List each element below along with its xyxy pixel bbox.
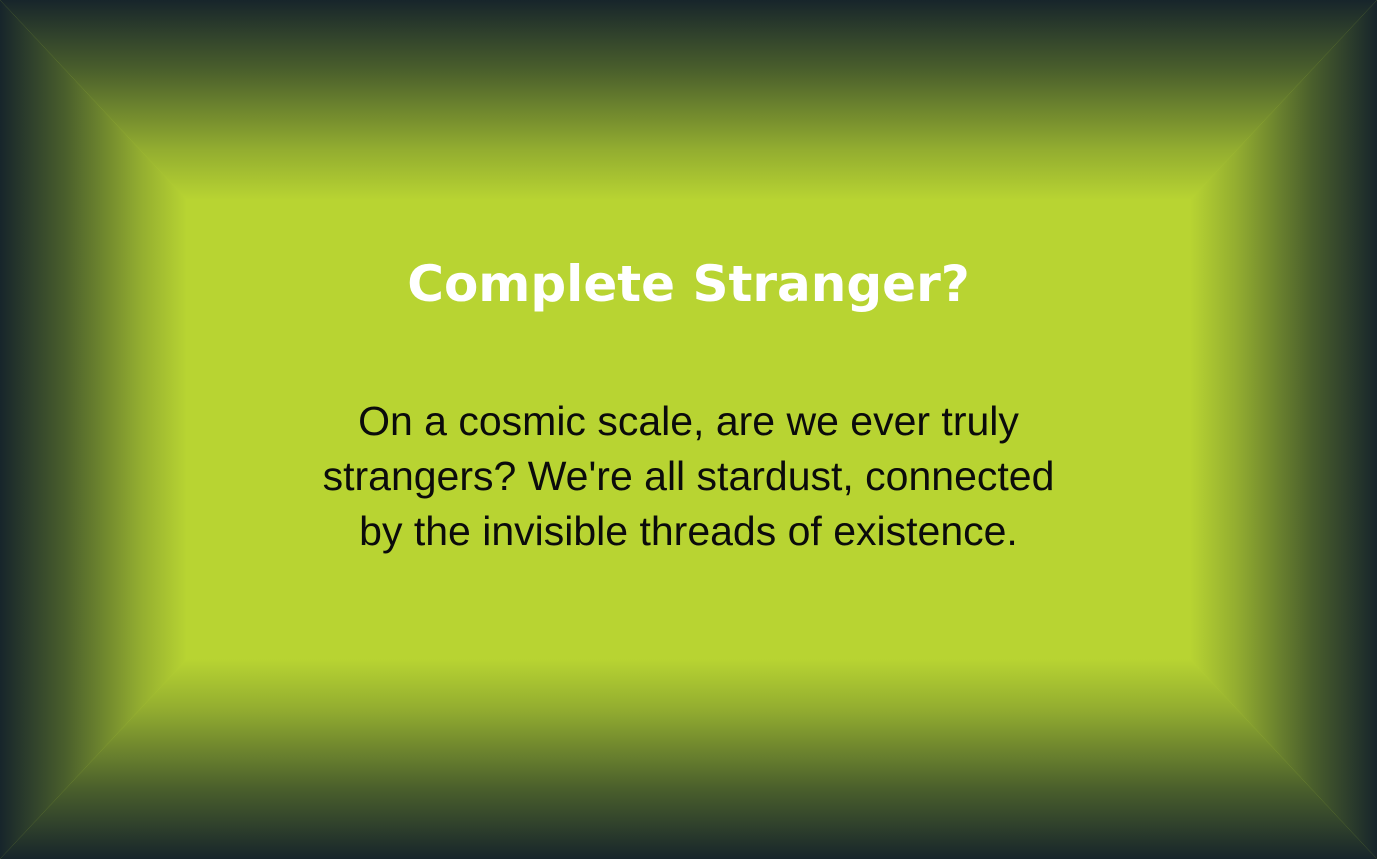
card-body-text: On a cosmic scale, are we ever truly str… <box>322 398 1055 554</box>
frame-top-bevel <box>0 0 1377 200</box>
quote-card: Complete Stranger? On a cosmic scale, ar… <box>0 0 1377 859</box>
card-content: Complete Stranger? On a cosmic scale, ar… <box>187 200 1190 659</box>
frame-bottom-bevel <box>0 659 1377 859</box>
card-title: Complete Stranger? <box>407 255 970 313</box>
